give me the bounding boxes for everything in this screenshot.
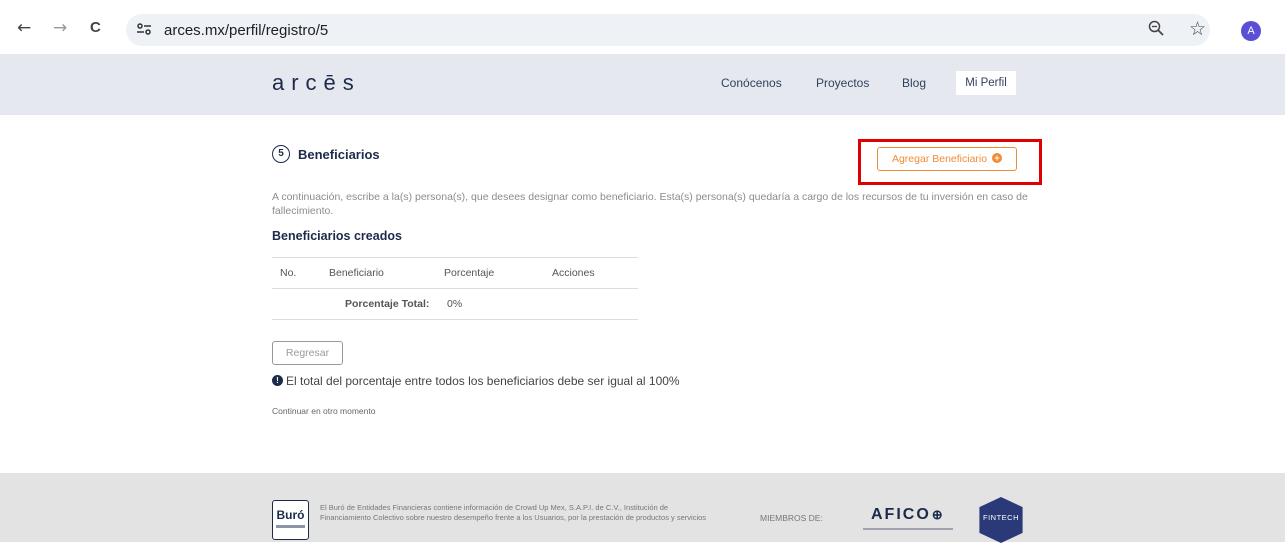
afico-logo-text: AFICO xyxy=(871,506,931,523)
site-info-icon[interactable] xyxy=(136,22,156,38)
plus-circle-icon: + xyxy=(992,153,1003,164)
afico-logo-subline xyxy=(863,528,953,530)
total-percentage-label: Porcentaje Total: xyxy=(345,298,430,310)
fintech-logo-text: FINTECH xyxy=(983,513,1019,522)
bookmark-star-icon[interactable]: ☆ xyxy=(1189,18,1206,40)
forward-arrow-icon[interactable]: → xyxy=(53,20,67,37)
site-logo[interactable]: arcēs xyxy=(272,70,361,96)
column-header-beneficiario: Beneficiario xyxy=(329,267,384,279)
info-message-text: El total del porcentaje entre todos los … xyxy=(286,374,680,388)
info-message: ! El total del porcentaje entre todos los… xyxy=(272,374,680,388)
browser-toolbar: ← → C arces.mx/perfil/registro/5 ☆ A xyxy=(0,0,1285,54)
created-beneficiaries-title: Beneficiarios creados xyxy=(272,229,402,243)
back-arrow-icon[interactable]: ← xyxy=(17,20,31,37)
site-header: arcēs Conócenos Proyectos Blog Mi Perfil xyxy=(0,54,1285,115)
nav-link-proyectos[interactable]: Proyectos xyxy=(816,76,869,90)
step-title: Beneficiarios xyxy=(298,147,380,162)
afico-logo[interactable]: AFICO⊕ xyxy=(871,506,945,524)
step-description: A continuación, escribe a la(s) persona(… xyxy=(272,191,1028,217)
site-footer: Buró El Buró de Entidades Financieras co… xyxy=(0,473,1285,543)
total-percentage-value: 0% xyxy=(447,298,463,310)
profile-avatar[interactable]: A xyxy=(1241,21,1261,41)
address-bar[interactable]: arces.mx/perfil/registro/5 xyxy=(126,14,1210,46)
continue-later-link[interactable]: Continuar en otro momento xyxy=(272,406,375,416)
info-icon: ! xyxy=(272,375,283,387)
table-top-divider xyxy=(272,257,638,258)
buro-logo-text: Buró xyxy=(276,508,305,522)
table-header-divider xyxy=(272,288,638,289)
nav-link-blog[interactable]: Blog xyxy=(902,76,926,90)
column-header-porcentaje: Porcentaje xyxy=(444,267,495,279)
buro-logo[interactable]: Buró xyxy=(272,500,309,540)
buro-logo-underline xyxy=(276,525,305,528)
afico-emblem-icon: ⊕ xyxy=(931,507,945,522)
add-beneficiary-button[interactable]: Agregar Beneficiario + xyxy=(877,147,1017,171)
column-header-no: No. xyxy=(280,267,297,279)
back-button[interactable]: Regresar xyxy=(272,341,343,365)
members-label: MIEMBROS DE: xyxy=(760,513,823,523)
footer-disclaimer: El Buró de Entidades Financieras contien… xyxy=(320,503,707,522)
table-bottom-divider xyxy=(272,319,638,320)
add-beneficiary-label: Agregar Beneficiario xyxy=(891,153,988,165)
nav-link-mi-perfil[interactable]: Mi Perfil xyxy=(956,71,1016,95)
nav-link-conocenos[interactable]: Conócenos xyxy=(721,76,782,90)
column-header-acciones: Acciones xyxy=(552,267,595,279)
url-text: arces.mx/perfil/registro/5 xyxy=(164,22,329,39)
step-number-badge: 5 xyxy=(272,145,290,163)
fintech-logo[interactable]: FINTECH xyxy=(979,497,1023,543)
reload-icon[interactable]: C xyxy=(90,20,101,35)
zoom-icon[interactable] xyxy=(1148,20,1164,40)
